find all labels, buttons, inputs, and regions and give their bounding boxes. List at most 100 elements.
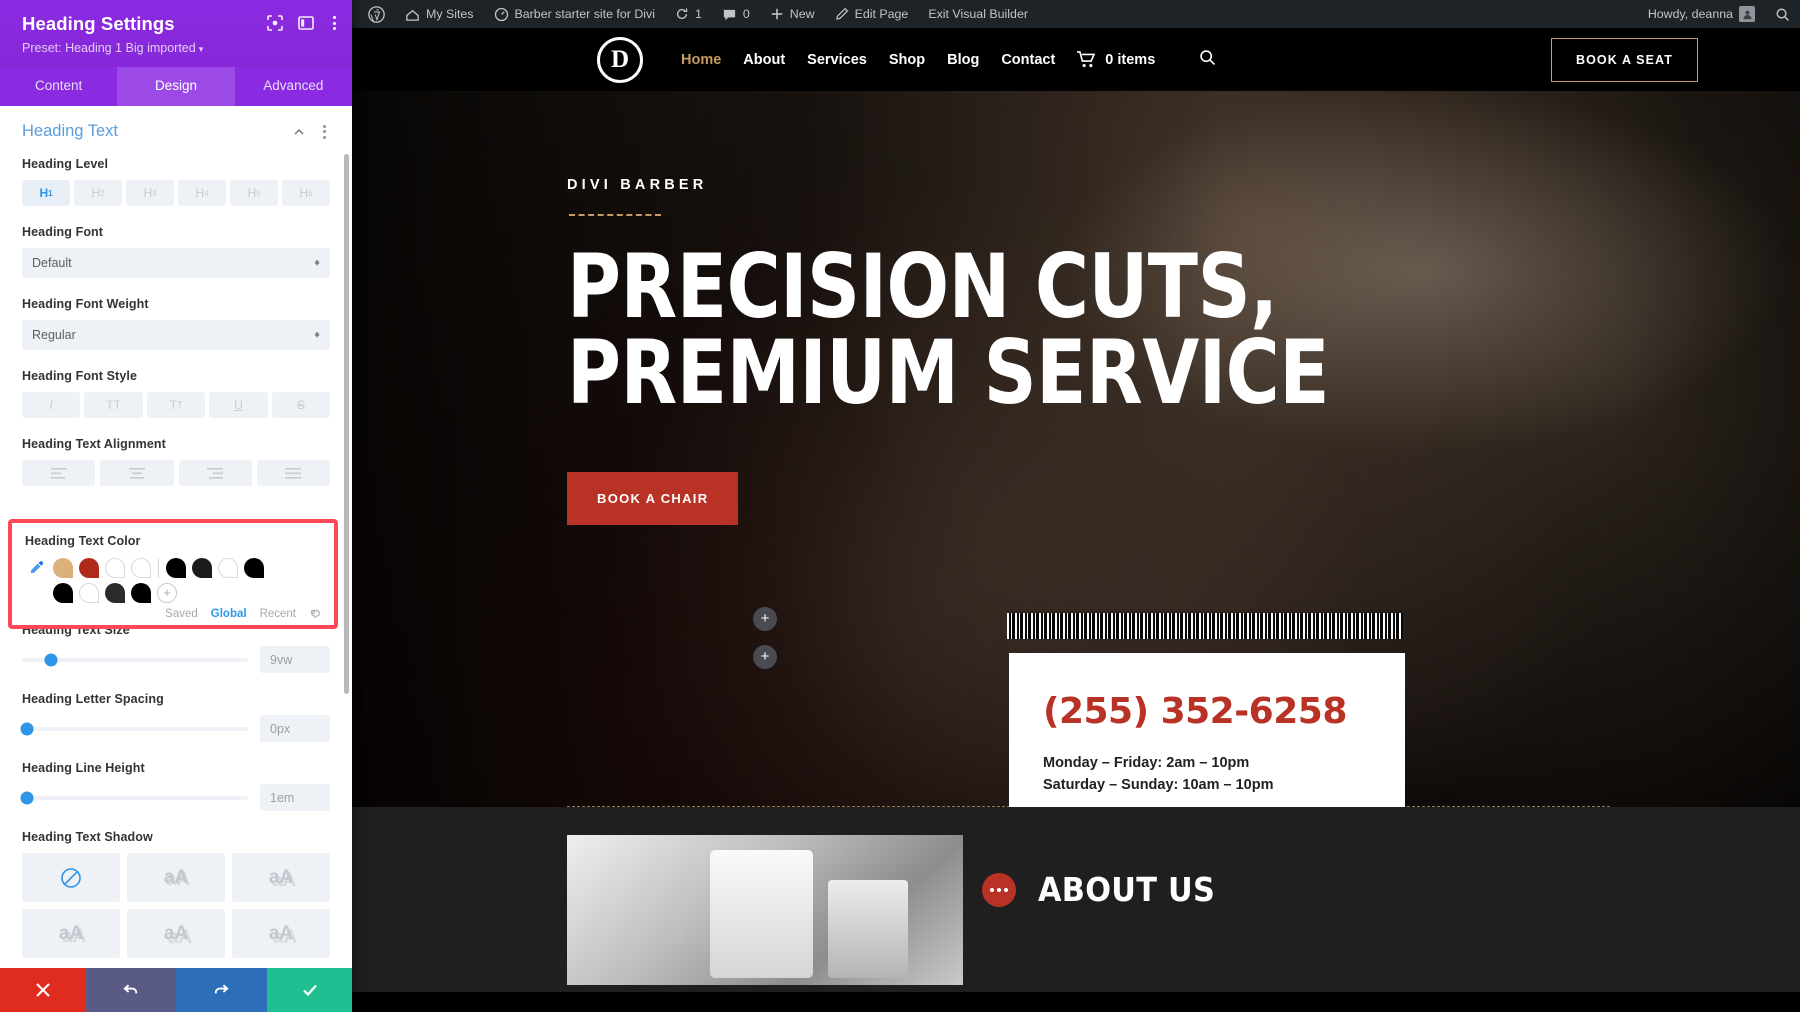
- color-palette-tabs: Saved Global Recent: [25, 608, 321, 620]
- color-swatch[interactable]: [79, 558, 99, 578]
- palette-tab-saved[interactable]: Saved: [165, 608, 198, 620]
- undo-button[interactable]: [85, 968, 176, 1012]
- align-right-button[interactable]: [178, 460, 252, 486]
- heading-letter-spacing-slider-row: 0px: [20, 715, 330, 742]
- panel-layout-icon[interactable]: [298, 15, 314, 31]
- nav-item-home[interactable]: Home: [681, 52, 721, 68]
- heading-letter-spacing-knob[interactable]: [20, 722, 34, 735]
- text-shadow-preset-4[interactable]: aA: [127, 909, 225, 958]
- font-style-uppercase[interactable]: TT: [84, 392, 143, 418]
- heading-level-h5[interactable]: H5: [230, 180, 278, 206]
- panel-header-icons: [267, 14, 340, 32]
- nav-item-contact[interactable]: Contact: [1001, 52, 1055, 68]
- site-logo[interactable]: D: [597, 36, 643, 83]
- heading-text-color-field: Heading Text Color + Saved Global Recent: [8, 519, 338, 629]
- plus-icon: [771, 8, 783, 20]
- heading-level-h6[interactable]: H6: [282, 180, 330, 206]
- text-shadow-preset-2[interactable]: aA: [232, 853, 330, 902]
- panel-more-menu-icon[interactable]: [329, 14, 340, 32]
- gear-icon[interactable]: [309, 608, 321, 620]
- tab-design[interactable]: Design: [117, 67, 235, 106]
- admin-bar-howdy[interactable]: Howdy, deanna: [1638, 0, 1765, 28]
- color-swatch[interactable]: [53, 583, 73, 603]
- font-style-strikethrough[interactable]: S: [271, 392, 331, 418]
- color-swatch[interactable]: [79, 583, 99, 603]
- font-style-smallcaps[interactable]: TT: [146, 392, 206, 418]
- redo-button[interactable]: [176, 968, 267, 1012]
- palette-tab-global[interactable]: Global: [211, 608, 247, 620]
- palette-tab-recent[interactable]: Recent: [260, 608, 296, 620]
- heading-letter-spacing-value[interactable]: 0px: [260, 715, 330, 742]
- about-title[interactable]: ABOUT US: [1038, 870, 1215, 909]
- color-swatch[interactable]: [192, 558, 212, 578]
- color-swatch[interactable]: [131, 583, 151, 603]
- heading-line-height-value[interactable]: 1em: [260, 784, 330, 811]
- color-swatch[interactable]: [131, 558, 151, 578]
- add-color-button[interactable]: +: [157, 583, 177, 603]
- heading-letter-spacing-track[interactable]: [20, 722, 248, 735]
- panel-preset[interactable]: Preset: Heading 1 Big imported ▾: [22, 41, 334, 55]
- nav-item-blog[interactable]: Blog: [947, 52, 979, 68]
- align-left-button[interactable]: [22, 460, 96, 486]
- book-a-seat-button[interactable]: BOOK A SEAT: [1550, 37, 1698, 82]
- heading-level-h4[interactable]: H4: [178, 180, 226, 206]
- admin-bar-my-sites[interactable]: My Sites: [395, 0, 484, 28]
- heading-text-size-value[interactable]: 9vw: [260, 646, 330, 673]
- admin-bar-site-name[interactable]: Barber starter site for Divi: [484, 0, 665, 28]
- text-shadow-preset-5[interactable]: aA: [232, 909, 330, 958]
- tab-content[interactable]: Content: [0, 67, 117, 106]
- admin-bar-comments-count: 0: [742, 7, 750, 21]
- admin-bar-edit-page[interactable]: Edit Page: [825, 0, 919, 28]
- admin-bar-comments[interactable]: 0: [712, 0, 760, 28]
- text-shadow-preset-3[interactable]: aA: [22, 909, 120, 958]
- heading-text-size-track[interactable]: [22, 653, 248, 666]
- heading-font-select[interactable]: Default ▲ ▼: [22, 248, 330, 278]
- nav-item-shop[interactable]: Shop: [889, 52, 925, 68]
- tab-advanced[interactable]: Advanced: [235, 67, 352, 106]
- font-style-italic[interactable]: I: [22, 392, 81, 418]
- add-module-button-2[interactable]: +: [753, 645, 777, 669]
- admin-bar-wordpress-logo[interactable]: [358, 0, 395, 28]
- section-more-menu-icon[interactable]: [319, 123, 330, 141]
- eyedropper-icon[interactable]: [25, 560, 47, 576]
- color-swatch[interactable]: [105, 558, 125, 578]
- heading-font-weight-select[interactable]: Regular ▲ ▼: [22, 320, 330, 350]
- module-settings-button[interactable]: [982, 872, 1016, 907]
- phone-number[interactable]: (255) 352-6258: [1043, 691, 1371, 732]
- admin-bar-updates[interactable]: 1: [665, 0, 712, 28]
- color-swatch[interactable]: [105, 583, 125, 603]
- heading-text-size-knob[interactable]: [44, 653, 58, 666]
- nav-item-about[interactable]: About: [743, 52, 785, 68]
- color-swatch[interactable]: [218, 558, 238, 578]
- save-button[interactable]: [267, 968, 352, 1012]
- hero-heading[interactable]: PRECISION CUTS, PREMIUM SERVICE: [567, 242, 1385, 416]
- add-module-button-1[interactable]: +: [753, 607, 777, 631]
- book-a-chair-button[interactable]: BOOK A CHAIR: [567, 472, 739, 526]
- align-center-button[interactable]: [100, 460, 174, 486]
- hero-content: DIVI BARBER PRECISION CUTS, PREMIUM SERV…: [352, 91, 1800, 526]
- align-justify-button[interactable]: [256, 460, 330, 486]
- close-icon: [35, 983, 50, 997]
- focus-scan-icon[interactable]: [267, 15, 283, 31]
- text-shadow-preset-1[interactable]: aA: [127, 853, 225, 902]
- color-swatch[interactable]: [244, 558, 264, 578]
- admin-bar-exit-visual-builder[interactable]: Exit Visual Builder: [918, 0, 1038, 28]
- color-swatch[interactable]: [166, 558, 186, 578]
- chevron-up-icon[interactable]: [293, 126, 305, 138]
- heading-level-h2[interactable]: H2: [74, 180, 122, 206]
- color-swatch[interactable]: [53, 558, 73, 578]
- text-shadow-none[interactable]: [22, 853, 120, 902]
- site-search-button[interactable]: [1199, 49, 1216, 71]
- font-style-underline[interactable]: U: [209, 392, 268, 418]
- panel-footer: [0, 968, 352, 1012]
- heading-line-height-track[interactable]: [20, 791, 248, 804]
- admin-bar-search[interactable]: [1765, 0, 1800, 28]
- cancel-button[interactable]: [0, 968, 85, 1012]
- cart-link[interactable]: 0 items: [1077, 51, 1155, 68]
- heading-level-h3[interactable]: H3: [126, 180, 174, 206]
- nav-item-services[interactable]: Services: [807, 52, 867, 68]
- heading-line-height-knob[interactable]: [20, 791, 34, 804]
- admin-bar-new[interactable]: New: [760, 0, 825, 28]
- hero-divider: [569, 214, 661, 216]
- heading-level-h1[interactable]: H1: [22, 180, 70, 206]
